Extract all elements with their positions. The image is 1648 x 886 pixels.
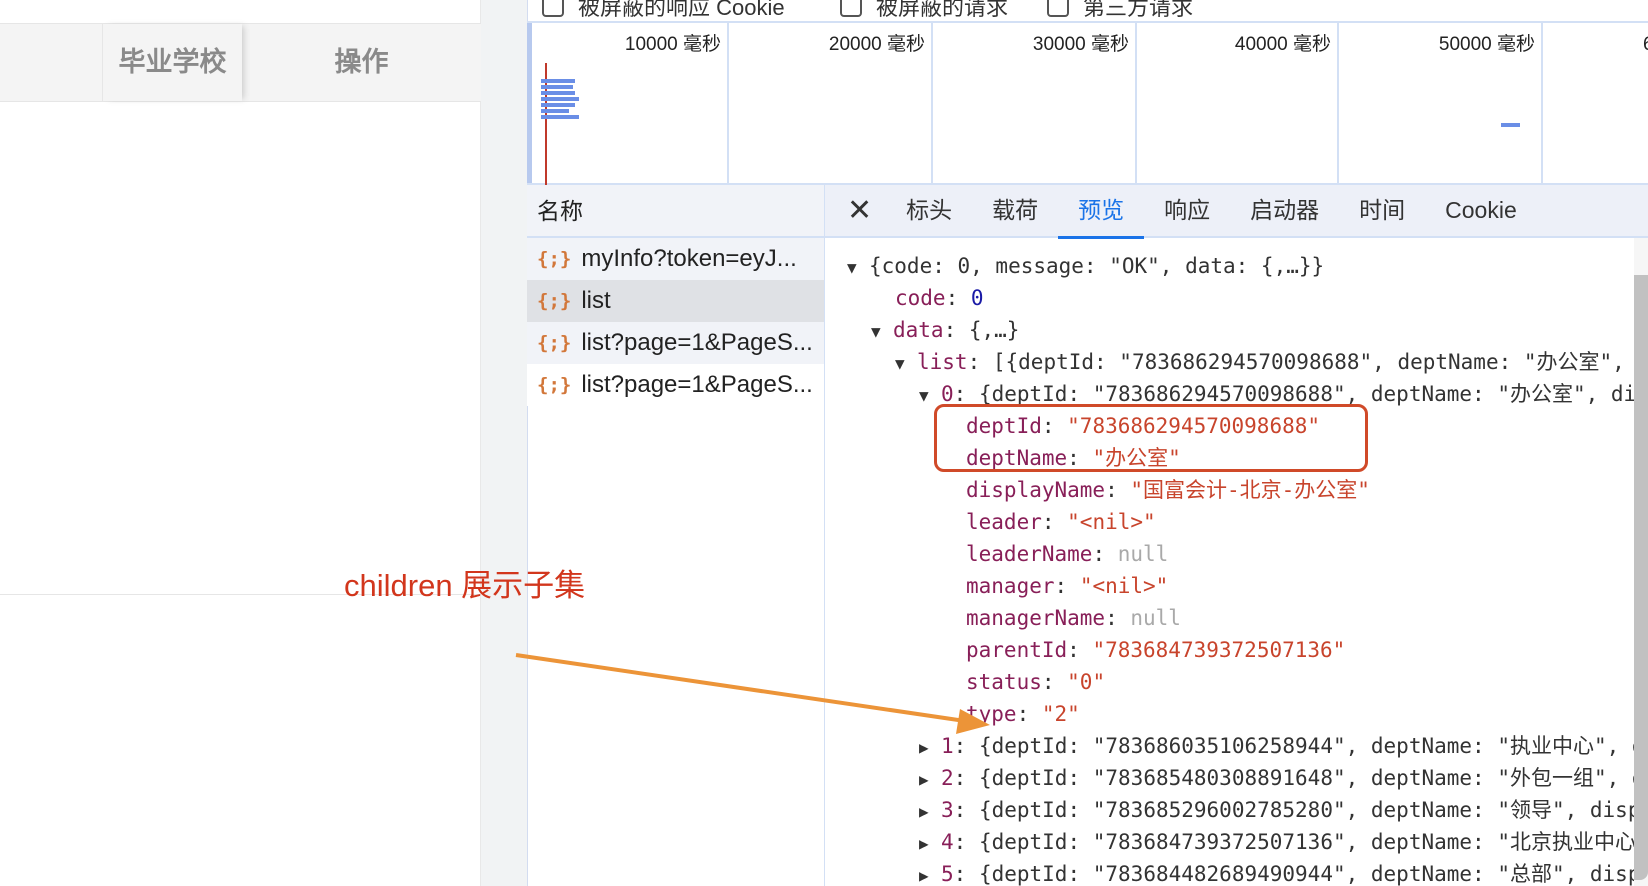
tab-headers[interactable]: 标头: [886, 184, 972, 237]
json-field: leaderName: null: [966, 542, 1169, 566]
request-name: myInfo?token=eyJ...: [581, 245, 797, 272]
header-graduation-school[interactable]: 毕业学校: [103, 24, 242, 101]
tab-timing[interactable]: 时间: [1339, 184, 1425, 237]
json-field: type: "2": [966, 702, 1080, 726]
json-root[interactable]: ▼ {code: 0, message: "OK", data: {,…}}: [847, 250, 1324, 282]
table-header-cell: [0, 24, 103, 101]
json-list-node[interactable]: ▼ list: [{deptId: "783686294570098688", d…: [895, 346, 1634, 378]
expand-triangle-icon[interactable]: ▼: [847, 252, 869, 284]
request-waterfall-bars: [541, 79, 579, 119]
close-icon[interactable]: ✕: [825, 193, 886, 228]
filter-bar: 被屏蔽的响应 Cookie 被屏蔽的请求 第三方请求: [527, 0, 1648, 23]
json-field: leader: "<nil>": [966, 510, 1156, 534]
tab-cookies[interactable]: Cookie: [1425, 184, 1537, 237]
json-list-item[interactable]: ▶ 4: {deptId: "783684739372507136", deptN…: [919, 826, 1634, 858]
tab-payload[interactable]: 载荷: [972, 184, 1058, 237]
annotation-text: children 展示子集: [344, 568, 586, 603]
request-row[interactable]: {;} list?page=1&PageS...: [527, 364, 824, 406]
gutter: [481, 0, 527, 886]
json-list-item[interactable]: ▶ 5: {deptId: "783684482689490944", deptN…: [919, 858, 1634, 886]
request-row[interactable]: {;} myInfo?token=eyJ...: [527, 238, 824, 280]
page-table-panel: [0, 0, 481, 886]
tab-response[interactable]: 响应: [1144, 184, 1230, 237]
scrollbar-thumb[interactable]: [1634, 275, 1648, 880]
expand-triangle-icon[interactable]: ▼: [895, 348, 917, 380]
tab-preview[interactable]: 预览: [1058, 184, 1145, 239]
request-name: list?page=1&PageS...: [581, 371, 813, 398]
blocked-requests-checkbox[interactable]: 被屏蔽的请求: [840, 0, 1009, 21]
network-overview-timeline[interactable]: 10000 毫秒 20000 毫秒 30000 毫秒 40000 毫秒 5000…: [527, 23, 1648, 185]
json-data-node[interactable]: ▼ data: {,…}: [871, 314, 1019, 346]
json-request-icon: {;}: [537, 332, 572, 354]
collapse-triangle-icon[interactable]: ▶: [919, 860, 941, 886]
checkbox-label: 被屏蔽的响应 Cookie: [578, 0, 785, 20]
collapse-triangle-icon[interactable]: ▶: [919, 764, 941, 796]
json-field: status: "0": [966, 670, 1106, 694]
tab-initiator[interactable]: 启动器: [1230, 184, 1339, 237]
json-preview: ▼ {code: 0, message: "OK", data: {,…}} cod…: [825, 238, 1634, 886]
json-request-icon: {;}: [537, 374, 572, 396]
json-list-item[interactable]: ▶ 3: {deptId: "783685296002785280", deptN…: [919, 794, 1634, 826]
header-actions: 操作: [334, 47, 389, 77]
detail-tabs: ✕ 标头 载荷 预览 响应 启动器 时间 Cookie: [825, 184, 1648, 239]
timeline-handle[interactable]: [527, 23, 532, 183]
third-party-checkbox[interactable]: 第三方请求: [1047, 0, 1194, 21]
json-field: managerName: null: [966, 606, 1181, 630]
request-name: list: [581, 287, 611, 314]
json-list-item[interactable]: ▶ 2: {deptId: "783685480308891648", deptN…: [919, 762, 1634, 794]
json-field: displayName: "国富会计-北京-办公室": [966, 478, 1370, 502]
timeline-tick: 30000 毫秒: [933, 23, 1137, 183]
json-field: parentId: "783684739372507136": [966, 638, 1346, 662]
timeline-tick: 50000 毫秒: [1339, 23, 1543, 183]
timeline-tick: 40000 毫秒: [1137, 23, 1339, 183]
table-header: 毕业学校 操作: [0, 23, 481, 102]
collapse-triangle-icon[interactable]: ▶: [919, 828, 941, 860]
request-name: list?page=1&PageS...: [581, 329, 813, 356]
json-request-icon: {;}: [537, 248, 572, 270]
request-row[interactable]: {;} list: [527, 280, 824, 322]
json-field: manager: "<nil>": [966, 574, 1169, 598]
collapse-triangle-icon[interactable]: ▶: [919, 796, 941, 828]
checkbox-label: 被屏蔽的请求: [876, 0, 1009, 20]
name-column-header[interactable]: 名称: [527, 185, 825, 238]
timeline-tick: 20000 毫秒: [729, 23, 933, 183]
json-request-icon: {;}: [537, 290, 572, 312]
request-bar: [1501, 123, 1520, 127]
blocked-cookies-checkbox[interactable]: 被屏蔽的响应 Cookie: [542, 0, 785, 21]
expand-triangle-icon[interactable]: ▼: [871, 316, 893, 348]
request-row[interactable]: {;} list?page=1&PageS...: [527, 322, 824, 364]
json-list-item[interactable]: ▶ 1: {deptId: "783686035106258944", deptN…: [919, 730, 1634, 762]
timeline-tick: 6: [1543, 23, 1648, 183]
json-field: code: 0: [895, 286, 984, 310]
checkbox-label: 第三方请求: [1083, 0, 1194, 20]
collapse-triangle-icon[interactable]: ▶: [919, 732, 941, 764]
highlight-box: [934, 404, 1368, 472]
